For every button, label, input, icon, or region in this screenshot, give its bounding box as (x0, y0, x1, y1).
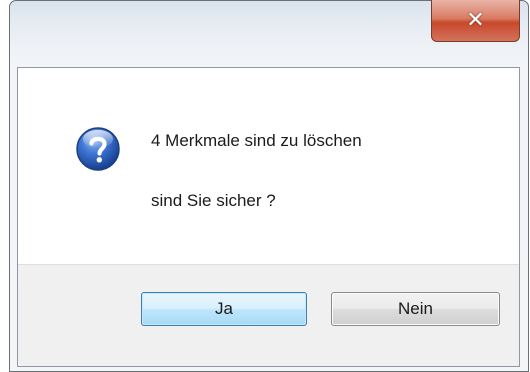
button-bar: Ja Nein (18, 264, 519, 366)
yes-button-label: Ja (215, 299, 233, 318)
close-icon: ✕ (466, 7, 485, 32)
no-button[interactable]: Nein (331, 292, 500, 326)
message-line-1: 4 Merkmale sind zu löschen (151, 131, 362, 150)
yes-button[interactable]: Ja (141, 292, 307, 326)
no-button-label: Nein (398, 299, 433, 318)
title-bar: ✕ (10, 0, 528, 67)
question-icon (76, 127, 120, 171)
message-line-2: sind Sie sicher ? (151, 191, 276, 210)
close-button[interactable]: ✕ (431, 0, 520, 42)
message-area: 4 Merkmale sind zu löschen sind Sie sich… (18, 68, 519, 264)
dialog-window: ✕ 4 Merkmale sind zu löschen sind Sie si… (9, 0, 529, 372)
dialog-client-area: 4 Merkmale sind zu löschen sind Sie sich… (17, 67, 520, 367)
